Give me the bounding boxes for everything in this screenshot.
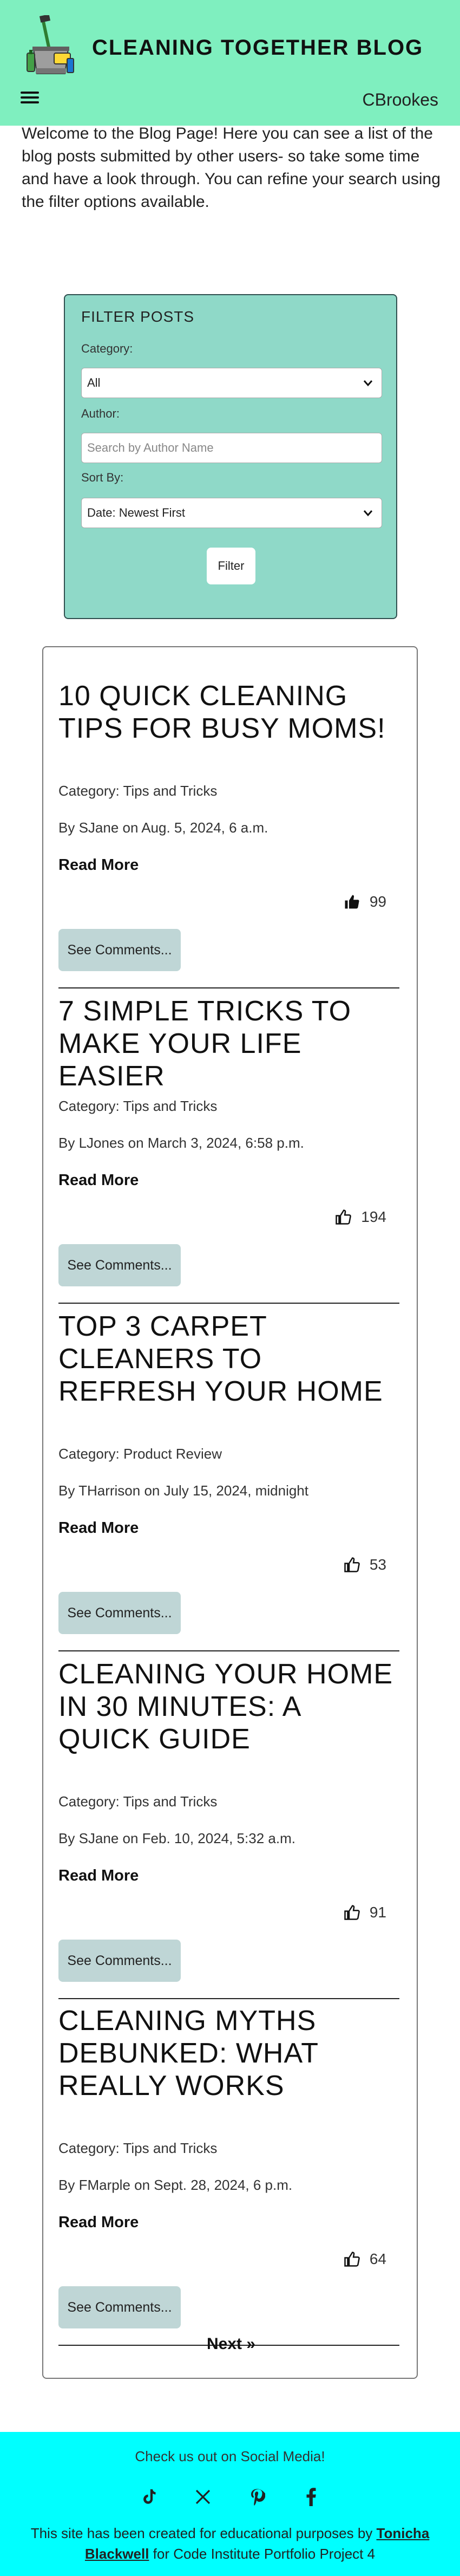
category-selected-value: All [87,376,101,389]
post-title[interactable]: 10 QUICK CLEANING TIPS FOR BUSY MOMS! [58,680,399,745]
read-more-link[interactable]: Read More [58,1172,139,1189]
author-search-placeholder: Search by Author Name [87,441,214,454]
see-comments-button[interactable]: See Comments... [58,2286,181,2328]
post-title[interactable]: TOP 3 CARPET CLEANERS TO REFRESH YOUR HO… [58,1310,399,1408]
site-title[interactable]: CLEANING TOGETHER BLOG [92,36,423,60]
like-count: 64 [369,2250,386,2267]
see-comments-button[interactable]: See Comments... [58,1244,181,1286]
post-byline: By LJones on March 3, 2024, 6:58 p.m. [58,1135,304,1151]
thumbs-up-outline-icon[interactable] [344,2251,360,2267]
filter-title: FILTER POSTS [81,308,195,325]
read-more-link[interactable]: Read More [58,2214,139,2232]
like-counter: 91 [344,1904,386,1921]
post-category: Category: Tips and Tricks [58,783,218,799]
sort-selected-value: Date: Newest First [87,506,185,519]
post-divider [58,987,399,988]
post-category: Category: Tips and Tricks [58,1098,218,1114]
site-footer: Check us out on Social Media! This site … [0,2432,460,2576]
post-category: Category: Product Review [58,1446,222,1462]
post-byline: By SJane on Aug. 5, 2024, 6 a.m. [58,819,268,836]
post-divider [58,1650,399,1651]
sort-label: Sort By: [81,471,124,484]
social-heading: Check us out on Social Media! [135,2448,325,2464]
pinterest-icon[interactable] [245,2485,269,2509]
post-divider [58,1303,399,1304]
like-counter: 99 [344,893,386,910]
post-category: Category: Tips and Tricks [58,1793,218,1810]
site-header: CLEANING TOGETHER BLOG CBrookes [0,0,460,126]
post-title[interactable]: CLEANING MYTHS DEBUNKED: WHAT REALLY WOR… [58,2005,399,2102]
thumbs-up-outline-icon[interactable] [344,1557,360,1573]
see-comments-button[interactable]: See Comments... [58,1940,181,1982]
credit-prefix: This site has been created for education… [30,2525,377,2541]
cleaning-bucket-logo-icon[interactable] [24,15,78,80]
post-divider [58,1998,399,1999]
post-title[interactable]: CLEANING YOUR HOME IN 30 MINUTES: A QUIC… [58,1658,399,1755]
like-counter: 53 [344,1556,386,1573]
read-more-link[interactable]: Read More [58,856,139,874]
username-label: CBrookes [362,90,439,109]
like-count: 91 [369,1904,386,1921]
post-byline: By SJane on Feb. 10, 2024, 5:32 a.m. [58,1830,295,1846]
intro-text: Welcome to the Blog Page! Here you can s… [22,122,444,213]
thumbs-up-filled-icon[interactable] [344,894,360,910]
see-comments-button[interactable]: See Comments... [58,1592,181,1634]
post-byline: By THarrison on July 15, 2024, midnight [58,1482,308,1499]
post-byline: By FMarple on Sept. 28, 2024, 6 p.m. [58,2177,293,2193]
credit-suffix: for Code Institute Portfolio Project 4 [149,2546,376,2562]
post-title[interactable]: 7 SIMPLE TRICKS TO MAKE YOUR LIFE EASIER [58,995,399,1092]
post-category: Category: Tips and Tricks [58,2140,218,2156]
read-more-link[interactable]: Read More [58,1519,139,1537]
category-select[interactable]: All [81,368,382,398]
author-search-input[interactable]: Search by Author Name [81,433,382,463]
sort-select[interactable]: Date: Newest First [81,498,382,528]
chevron-down-icon [362,507,374,522]
tiktok-icon[interactable] [137,2485,161,2509]
thumbs-up-outline-icon[interactable] [335,1209,352,1225]
footer-credit: This site has been created for education… [22,2523,438,2564]
x-twitter-icon[interactable] [191,2485,215,2509]
like-counter: 194 [335,1208,386,1226]
chevron-down-icon [362,377,374,392]
like-count: 99 [369,893,386,910]
filter-panel: FILTER POSTS Category: All Author: Searc… [64,294,397,619]
post-list: 10 QUICK CLEANING TIPS FOR BUSY MOMS! Ca… [42,646,418,2379]
filter-button[interactable]: Filter [207,548,255,584]
like-count: 53 [369,1556,386,1573]
like-counter: 64 [344,2250,386,2268]
social-links [0,2485,460,2509]
read-more-link[interactable]: Read More [58,1867,139,1885]
facebook-icon[interactable] [299,2485,323,2509]
thumbs-up-outline-icon[interactable] [344,1904,360,1921]
hamburger-menu-icon[interactable] [21,89,39,105]
like-count: 194 [361,1208,386,1225]
see-comments-button[interactable]: See Comments... [58,929,181,971]
next-page-link[interactable]: Next » [43,2335,419,2353]
intro-paragraph: Welcome to the Blog Page! Here you can s… [22,125,441,211]
author-label: Author: [81,407,120,420]
category-label: Category: [81,342,133,355]
